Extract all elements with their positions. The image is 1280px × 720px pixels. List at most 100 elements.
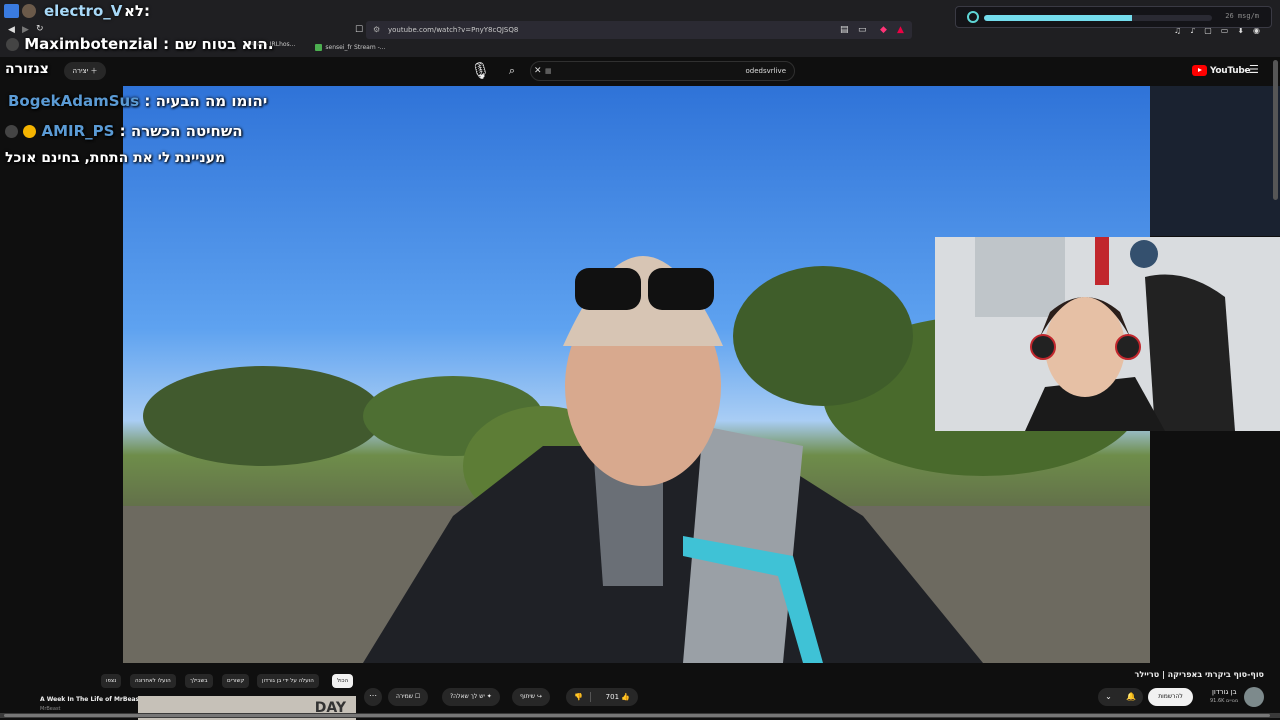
url-text: youtube.com/watch?v=PnyY8cQJSQ8 xyxy=(388,26,519,34)
chevron-down-icon: ⌄ xyxy=(1105,692,1112,701)
chat-message: מעניינת לי את התחת, בחינם אוכל xyxy=(5,150,225,166)
hamburger-menu-icon[interactable]: ☰ xyxy=(1249,63,1259,76)
clear-search-icon[interactable]: ✕ xyxy=(534,62,542,80)
vertical-scrollbar[interactable] xyxy=(1273,60,1278,200)
chat-text: יהומו מה הבעיה xyxy=(155,92,268,110)
share-button[interactable]: ↪ שיתוף xyxy=(512,688,550,706)
screen: ◀ ▶ ↻ ⚙ youtube.com/watch?v=PnyY8cQJSQ8 … xyxy=(0,0,1280,720)
tree-shape xyxy=(143,366,383,466)
chat-rate-fill xyxy=(984,15,1133,21)
bookmark-icon: ☐ xyxy=(412,693,421,700)
horizontal-scrollbar[interactable] xyxy=(0,713,1280,718)
youtube-masthead: יצירה ＋ 🎙 ⌕ ✕ ▦ odedsvrlive YouTube ☰ xyxy=(0,57,1280,85)
bell-icon: 🔔 xyxy=(1125,692,1136,701)
chip-all[interactable]: הכול xyxy=(332,674,354,688)
notification-button[interactable]: ⌄ 🔔 xyxy=(1098,688,1143,706)
chip-uploaded-by[interactable]: הועלה על ידי בן גורדון xyxy=(257,674,319,688)
site-info-icon[interactable]: ⚙ xyxy=(373,21,380,39)
chat-text: הוא בטוח שם. xyxy=(174,35,274,53)
youtube-logo-icon xyxy=(1192,65,1207,76)
chat-message: צנזורה xyxy=(5,61,49,77)
chip-for-you[interactable]: בשבילך xyxy=(185,674,213,688)
video-side-area xyxy=(1150,86,1280,236)
screen-icon[interactable]: ▭ xyxy=(858,25,867,35)
create-button[interactable]: יצירה ＋ xyxy=(64,62,106,80)
save-button[interactable]: ☐ שמירה xyxy=(388,688,429,706)
like-dislike-group: 701 👍 👎 xyxy=(566,688,638,706)
plus-icon: ＋ xyxy=(90,67,98,75)
headphone-cup xyxy=(1030,334,1056,360)
brave-rewards-icon[interactable]: ▲ xyxy=(897,25,904,35)
window-shape xyxy=(975,237,1065,317)
reload-icon[interactable]: ↻ xyxy=(36,24,44,34)
tree-shape xyxy=(733,266,913,406)
bookmark-label: sensei_fr Stream -... xyxy=(325,43,386,51)
chat-message: Maximbotenzial : הוא בטוח שם. xyxy=(6,35,274,53)
chat-badge-icon xyxy=(6,38,19,51)
recommendation-title[interactable]: A Week In The Life of MrBeast xyxy=(40,696,142,703)
chat-username: AMIR_PS xyxy=(41,122,115,140)
forward-icon[interactable]: ▶ xyxy=(22,25,29,35)
streamer-prefix: לא: xyxy=(124,2,150,20)
streamer-webcam xyxy=(935,237,1280,431)
thumbs-up-icon: 👍 xyxy=(621,693,630,701)
chat-activity-icon xyxy=(967,11,979,23)
chat-text: מעניינת לי את התחת, בחינם אוכל xyxy=(5,150,226,166)
sunglasses-right xyxy=(648,268,714,310)
keyboard-icon[interactable]: ▦ xyxy=(545,62,552,80)
ask-button[interactable]: ✦ יש לך שאלה? xyxy=(442,688,500,706)
bookmark-icon[interactable]: ☐ xyxy=(355,25,363,35)
chip-watched[interactable]: נצפו xyxy=(101,674,122,688)
search-input[interactable]: ✕ ▦ odedsvrlive xyxy=(530,61,795,81)
thumbs-down-icon: 👎 xyxy=(574,693,583,701)
sub-badge-icon xyxy=(23,125,37,138)
chat-message: BogekAdamSus : יהומו מה הבעיה xyxy=(8,92,268,110)
share-icon: ↪ xyxy=(535,693,542,700)
save-label: שמירה xyxy=(396,693,413,700)
chat-text: השחיטה הכשרה xyxy=(130,122,243,140)
chat-username: BogekAdamSus xyxy=(8,92,140,110)
create-label: יצירה xyxy=(72,67,89,75)
like-button[interactable]: 701 👍 xyxy=(606,688,630,706)
more-actions-icon[interactable]: ⋯ xyxy=(364,688,382,706)
channel-avatar[interactable] xyxy=(1244,687,1264,707)
translate-icon[interactable]: ▤ xyxy=(840,25,849,35)
like-count: 701 xyxy=(605,693,620,701)
streamer-avatar xyxy=(22,4,36,18)
msg-rate-label: 26 msg/m xyxy=(1225,12,1259,20)
share-label: שיתוף xyxy=(520,693,536,700)
bookmark-item-sensei[interactable]: sensei_fr Stream -... xyxy=(315,41,385,53)
headphone-cup xyxy=(1115,334,1141,360)
sparkle-icon: ✦ xyxy=(484,693,492,700)
sunglasses-left xyxy=(575,268,641,310)
youtube-logo[interactable]: YouTube xyxy=(1192,65,1251,76)
address-bar[interactable]: ⚙ youtube.com/watch?v=PnyY8cQJSQ8 xyxy=(366,21,912,39)
gaming-chair xyxy=(1145,274,1235,431)
search-query: odedsvrlive xyxy=(745,67,786,75)
brave-shield-icon[interactable]: ◆ xyxy=(880,25,887,35)
video-title: סוף-סוף ביקרתי באפריקה | טריילר xyxy=(1134,670,1264,679)
search-icon[interactable]: ⌕ xyxy=(501,61,523,81)
streamer-name: electro_V xyxy=(44,2,123,20)
kick-icon xyxy=(315,43,323,51)
chip-related[interactable]: קשורים xyxy=(222,674,250,688)
scrollbar-thumb[interactable] xyxy=(4,714,1270,717)
poster-shape xyxy=(1130,240,1158,268)
poster-shape xyxy=(1095,237,1109,285)
subscriber-count: 91.6K מנויים xyxy=(1210,698,1239,704)
channel-name[interactable]: בן גורדון xyxy=(1212,688,1237,696)
chat-rate-widget: 26 msg/m xyxy=(955,6,1272,28)
back-icon[interactable]: ◀ xyxy=(8,25,15,35)
twitch-icon xyxy=(4,4,19,18)
subscribe-button[interactable]: להרשמות xyxy=(1148,688,1193,706)
mic-icon[interactable]: 🎙 xyxy=(470,61,490,81)
chip-recent[interactable]: הועלו לאחרונה xyxy=(130,674,176,688)
dislike-button[interactable]: 👎 xyxy=(574,688,583,706)
ask-label: יש לך שאלה? xyxy=(450,693,485,700)
chat-badge-icon xyxy=(5,125,18,138)
chat-username: Maximbotenzial xyxy=(24,35,158,53)
subscribe-label: להרשמות xyxy=(1158,693,1183,700)
webcam-frame xyxy=(975,237,1235,431)
recommendation-channel[interactable]: MrBeast xyxy=(40,706,61,712)
person-jacket xyxy=(363,446,983,663)
